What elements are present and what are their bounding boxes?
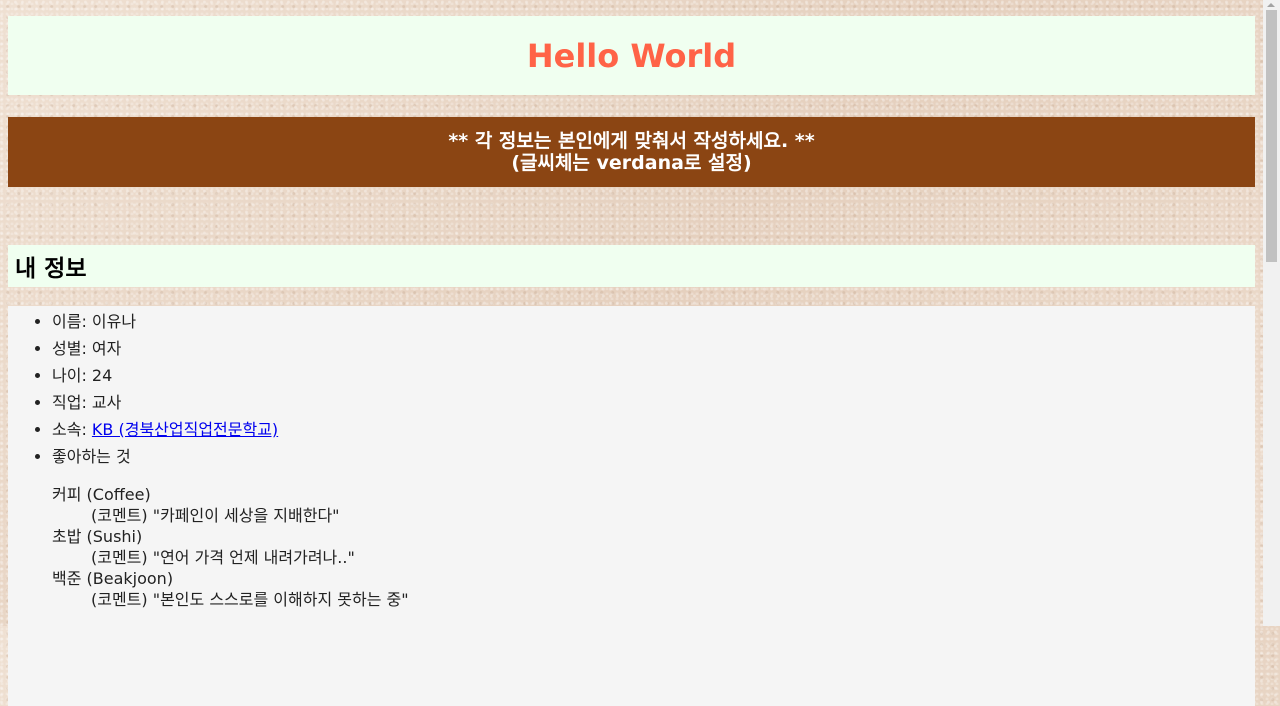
section-heading: 내 정보: [15, 256, 87, 282]
like-name: 초밥 (Sushi): [52, 527, 143, 546]
list-item-age: 나이: 24: [52, 362, 1255, 389]
list-item-gender: 성별: 여자: [52, 335, 1255, 362]
notice-banner: ** 각 정보는 본인에게 맞춰서 작성하세요. ** (글씨체는 verdan…: [8, 117, 1255, 187]
list-item-job: 직업: 교사: [52, 389, 1255, 416]
list-item-affiliation: 소속: KB (경북산업직업전문학교): [52, 416, 1255, 443]
like-name: 백준 (Beakjoon): [52, 569, 174, 588]
scrollbar-thumb[interactable]: [1266, 10, 1277, 262]
like-comment: (코멘트) "연어 가격 언제 내려가려나..": [91, 548, 355, 567]
like-comment: (코멘트) "카페인이 세상을 지배한다": [91, 506, 340, 525]
like-name: 커피 (Coffee): [52, 485, 151, 504]
scroll-up-arrow-icon[interactable]: [1267, 3, 1275, 7]
list-item-name: 이름: 이유나: [52, 308, 1255, 335]
vertical-scrollbar[interactable]: [1263, 0, 1280, 626]
likes-list: 커피 (Coffee) (코멘트) "카페인이 세상을 지배한다" 초밥 (Su…: [52, 484, 1255, 610]
page-title: Hello World: [526, 36, 737, 75]
like-comment: (코멘트) "본인도 스스로를 이해하지 못하는 중": [91, 590, 409, 609]
info-panel: 이름: 이유나 성별: 여자 나이: 24 직업: 교사 소속: KB (경북산…: [8, 306, 1255, 706]
info-list: 이름: 이유나 성별: 여자 나이: 24 직업: 교사 소속: KB (경북산…: [8, 308, 1255, 470]
page-container: Hello World ** 각 정보는 본인에게 맞춰서 작성하세요. ** …: [8, 0, 1255, 706]
affiliation-link[interactable]: KB (경북산업직업전문학교): [92, 420, 278, 439]
notice-line-1: ** 각 정보는 본인에게 맞춰서 작성하세요. **: [448, 130, 815, 152]
list-item-likes: 좋아하는 것: [52, 443, 1255, 470]
title-banner: Hello World: [8, 16, 1255, 95]
section-header: 내 정보: [8, 245, 1255, 287]
affiliation-label: 소속:: [52, 420, 92, 439]
notice-line-2: (글씨체는 verdana로 설정): [511, 152, 752, 174]
